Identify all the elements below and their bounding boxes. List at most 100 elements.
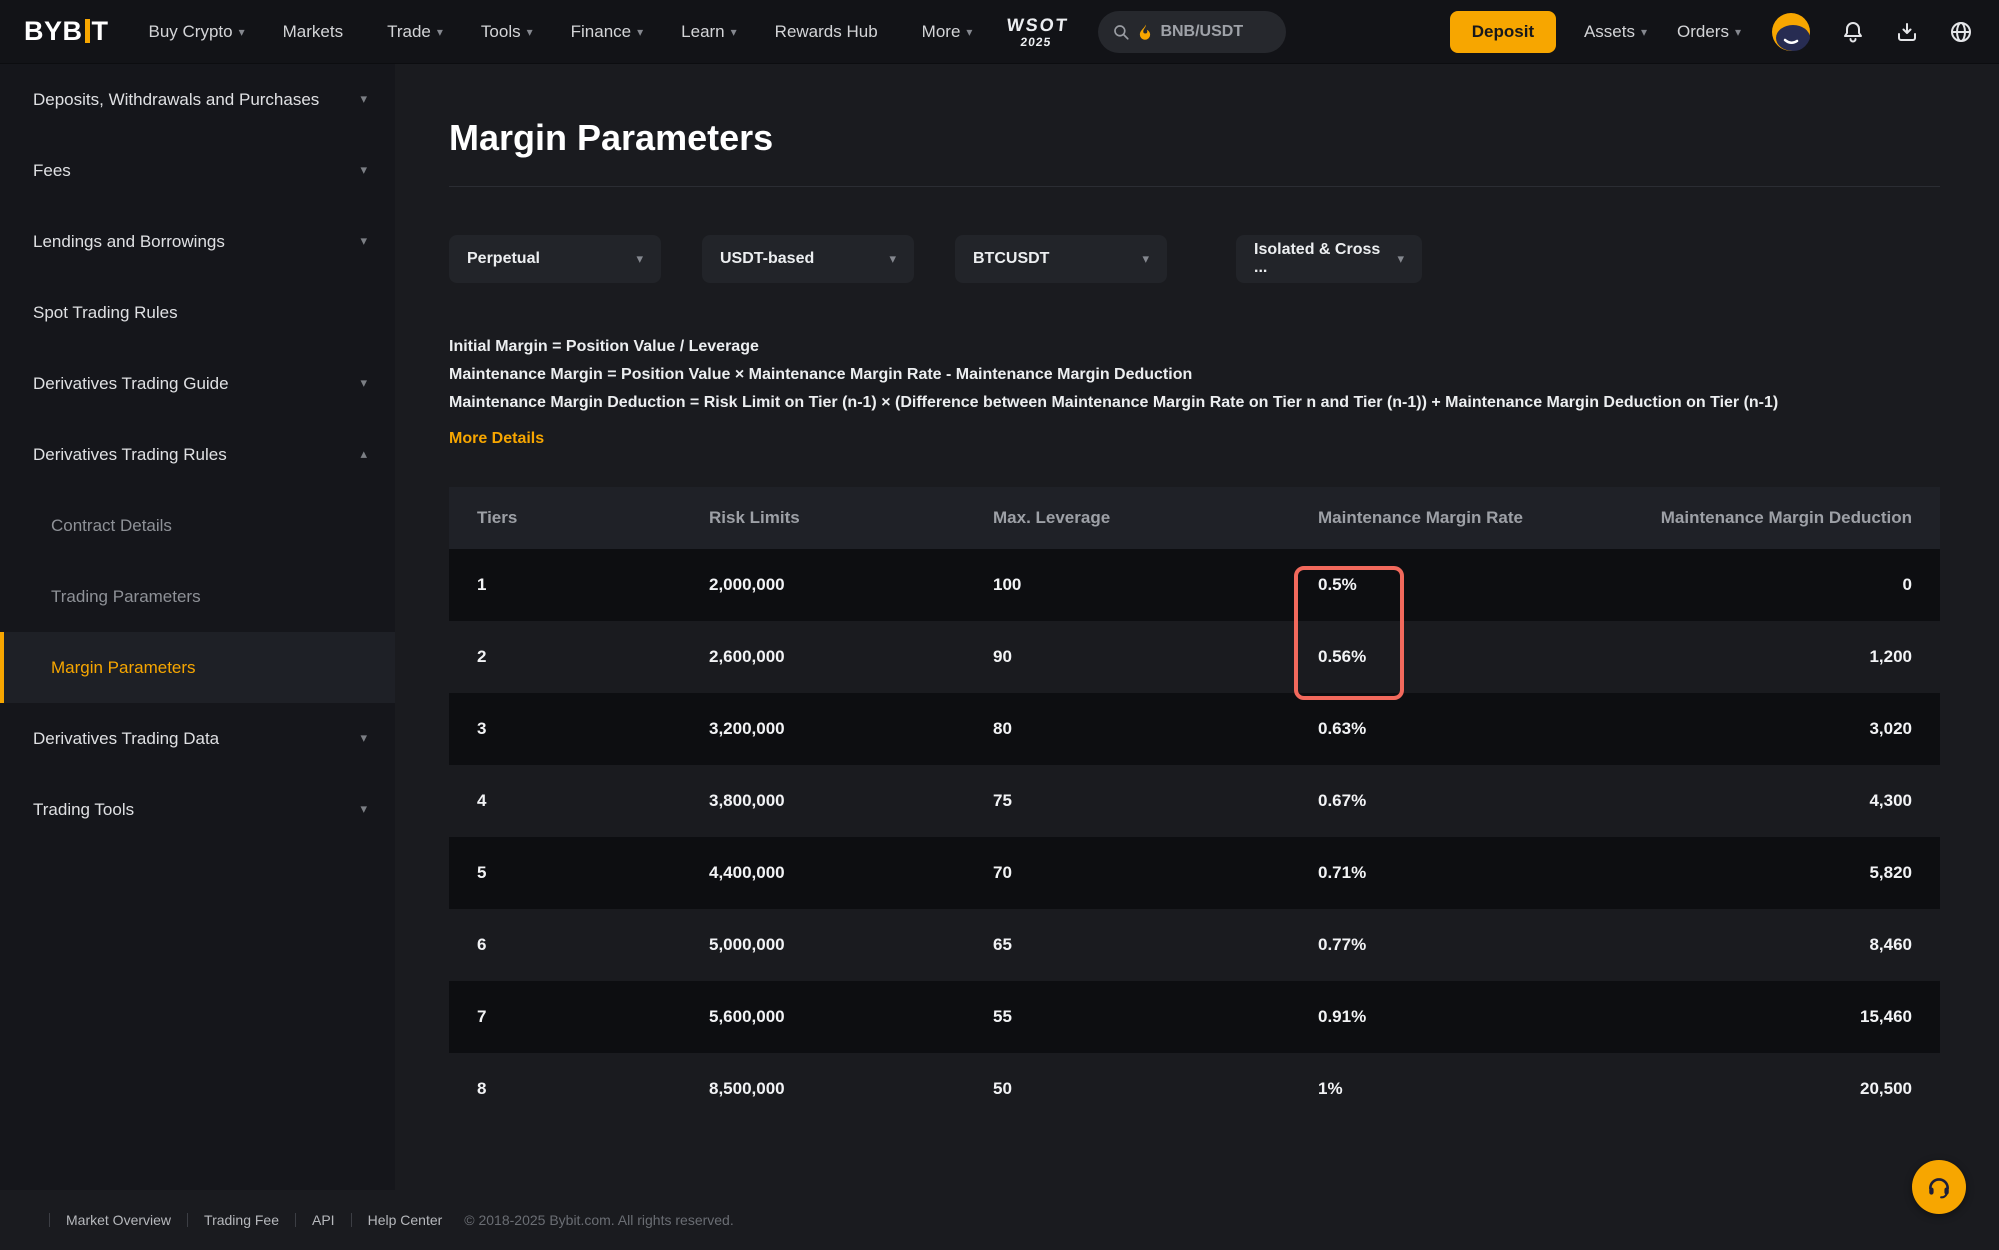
sidebar-item[interactable]: Derivatives Trading Data ▾ xyxy=(0,703,395,774)
sidebar-item[interactable]: Deposits, Withdrawals and Purchases ▾ xyxy=(0,64,395,135)
nav-menu-item-label: Buy Crypto xyxy=(148,21,233,41)
cell-mm-deduction: 1,200 xyxy=(1869,647,1912,666)
sidebar-item[interactable]: Contract Details xyxy=(0,490,395,561)
chevron-icon: ▾ xyxy=(360,802,367,817)
cell-mm-deduction: 20,500 xyxy=(1860,1079,1912,1098)
table-body: 1 2,000,000 100 0.5% 0 2 2,600,000 90 0.… xyxy=(449,549,1940,1125)
content-shell: Deposits, Withdrawals and Purchases ▾ Fe… xyxy=(0,64,1999,1190)
wsot-line1: WSOT xyxy=(1006,14,1071,35)
download-icon xyxy=(1898,22,1916,41)
cell-max-leverage: 80 xyxy=(993,719,1012,738)
logo-text-left: BYB xyxy=(24,16,83,46)
main-menu: Buy Crypto ▾ Markets Trade ▾ Tools ▾ Fin… xyxy=(149,22,973,42)
search-value: BNB/USDT xyxy=(1160,22,1244,40)
footer-link[interactable]: Help Center xyxy=(368,1212,443,1228)
nav-menu-item[interactable]: Finance ▾ xyxy=(571,22,644,42)
footer-link[interactable]: API xyxy=(312,1212,335,1228)
nav-menu-item-label: Markets xyxy=(282,21,344,41)
cell-mm-deduction: 3,020 xyxy=(1869,719,1912,738)
nav-menu-item-label: Rewards Hub xyxy=(774,21,878,41)
filter-dropdown-value: BTCUSDT xyxy=(973,250,1050,267)
filter-dropdown[interactable]: Perpetual ▾ xyxy=(449,235,661,283)
chevron-down-icon: ▾ xyxy=(1397,251,1404,267)
support-chat-button[interactable] xyxy=(1912,1160,1966,1214)
table-row: 1 2,000,000 100 0.5% 0 xyxy=(449,549,1940,621)
cell-risk-limit: 8,500,000 xyxy=(709,1079,785,1098)
sidebar-item-label: Lendings and Borrowings xyxy=(33,231,225,251)
nav-menu-item[interactable]: Trade ▾ xyxy=(387,22,443,42)
cell-risk-limit: 2,000,000 xyxy=(709,575,785,594)
nav-menu-item-label: Finance xyxy=(570,21,632,41)
title-divider xyxy=(449,186,1940,187)
formula-line: Initial Margin = Position Value / Levera… xyxy=(449,338,759,355)
table-row: 7 5,600,000 55 0.91% 15,460 xyxy=(449,981,1940,1053)
sidebar-item[interactable]: Derivatives Trading Guide ▾ xyxy=(0,348,395,419)
table-row: 2 2,600,000 90 0.56% 1,200 xyxy=(449,621,1940,693)
assets-label: Assets xyxy=(1583,21,1635,41)
chevron-down-icon: ▾ xyxy=(1640,24,1647,39)
avatar[interactable] xyxy=(1771,12,1811,52)
assets-menu[interactable]: Assets ▾ xyxy=(1584,22,1647,42)
filter-dropdown[interactable]: Isolated & Cross ... ▾ xyxy=(1236,235,1422,283)
sidebar-item-label: Trading Tools xyxy=(33,799,135,819)
nav-menu-item[interactable]: More ▾ xyxy=(922,22,973,42)
nav-menu-item[interactable]: Buy Crypto ▾ xyxy=(149,22,245,42)
nav-menu-item-label: Tools xyxy=(480,21,521,41)
filter-dropdown[interactable]: BTCUSDT ▾ xyxy=(955,235,1167,283)
nav-menu-item[interactable]: Tools ▾ xyxy=(481,22,533,42)
sidebar-item[interactable]: Trading Parameters xyxy=(0,561,395,632)
sidebar-item-label: Derivatives Trading Rules xyxy=(33,444,227,464)
table-row: 5 4,400,000 70 0.71% 5,820 xyxy=(449,837,1940,909)
nav-menu-item[interactable]: Rewards Hub xyxy=(775,22,884,42)
filter-dropdown-value: Perpetual xyxy=(467,250,540,267)
cell-max-leverage: 50 xyxy=(993,1079,1012,1098)
wsot-2025-logo[interactable]: WSOT 2025 xyxy=(1005,14,1071,49)
sidebar-item[interactable]: Lendings and Borrowings ▾ xyxy=(0,206,395,277)
chevron-down-icon: ▾ xyxy=(636,251,643,267)
search-input[interactable]: BNB/USDT xyxy=(1098,10,1287,53)
cell-max-leverage: 90 xyxy=(993,647,1012,666)
nav-menu-item[interactable]: Markets xyxy=(283,22,349,42)
footer-link[interactable]: Market Overview xyxy=(66,1212,171,1228)
sidebar-item[interactable]: Margin Parameters xyxy=(0,632,395,703)
cell-tier: 5 xyxy=(477,863,487,882)
footer-link-item: Market Overview xyxy=(33,1212,171,1228)
cell-max-leverage: 70 xyxy=(993,863,1012,882)
bybit-logo[interactable]: BYB T xyxy=(24,16,109,47)
sidebar-item[interactable]: Trading Tools ▾ xyxy=(0,774,395,845)
cell-tier: 2 xyxy=(477,647,487,666)
sidebar-item[interactable]: Derivatives Trading Rules ▴ xyxy=(0,419,395,490)
sidebar-item[interactable]: Spot Trading Rules xyxy=(0,277,395,348)
chevron-icon: ▾ xyxy=(360,163,367,178)
chevron-down-icon: ▾ xyxy=(730,24,737,39)
sidebar-item-label: Deposits, Withdrawals and Purchases xyxy=(33,89,320,109)
search-icon xyxy=(1114,24,1130,40)
cell-mm-deduction: 15,460 xyxy=(1860,1007,1912,1026)
sidebar-item-label: Derivatives Trading Guide xyxy=(33,373,229,393)
formula-line: Maintenance Margin Deduction = Risk Limi… xyxy=(449,394,1779,411)
notifications-button[interactable] xyxy=(1841,20,1865,44)
sidebar-item-label: Trading Parameters xyxy=(51,586,201,606)
sidebar-item[interactable]: Fees ▾ xyxy=(0,135,395,206)
cell-mm-rate: 0.56% xyxy=(1318,647,1367,666)
top-nav: BYB T Buy Crypto ▾ Markets Trade ▾ Tools … xyxy=(0,0,1999,64)
nav-menu-item[interactable]: Learn ▾ xyxy=(681,22,737,42)
cell-mm-deduction: 5,820 xyxy=(1869,863,1912,882)
language-button[interactable] xyxy=(1949,20,1973,44)
cell-max-leverage: 65 xyxy=(993,935,1012,954)
deposit-button[interactable]: Deposit xyxy=(1449,10,1556,53)
more-details-link[interactable]: More Details xyxy=(449,425,544,453)
chevron-icon: ▾ xyxy=(360,234,367,249)
cell-risk-limit: 3,800,000 xyxy=(709,791,785,810)
chevron-down-icon: ▾ xyxy=(966,24,973,39)
chevron-down-icon: ▾ xyxy=(889,251,896,267)
cell-tier: 4 xyxy=(477,791,487,810)
filter-dropdown[interactable]: USDT-based ▾ xyxy=(702,235,914,283)
wsot-line2: 2025 xyxy=(1020,34,1053,49)
footer-link[interactable]: Trading Fee xyxy=(204,1212,279,1228)
cell-mm-rate: 0.5% xyxy=(1318,575,1357,594)
download-app-button[interactable] xyxy=(1895,20,1919,44)
chevron-icon: ▴ xyxy=(360,447,367,462)
cell-max-leverage: 100 xyxy=(993,575,1022,594)
orders-menu[interactable]: Orders ▾ xyxy=(1677,22,1741,42)
